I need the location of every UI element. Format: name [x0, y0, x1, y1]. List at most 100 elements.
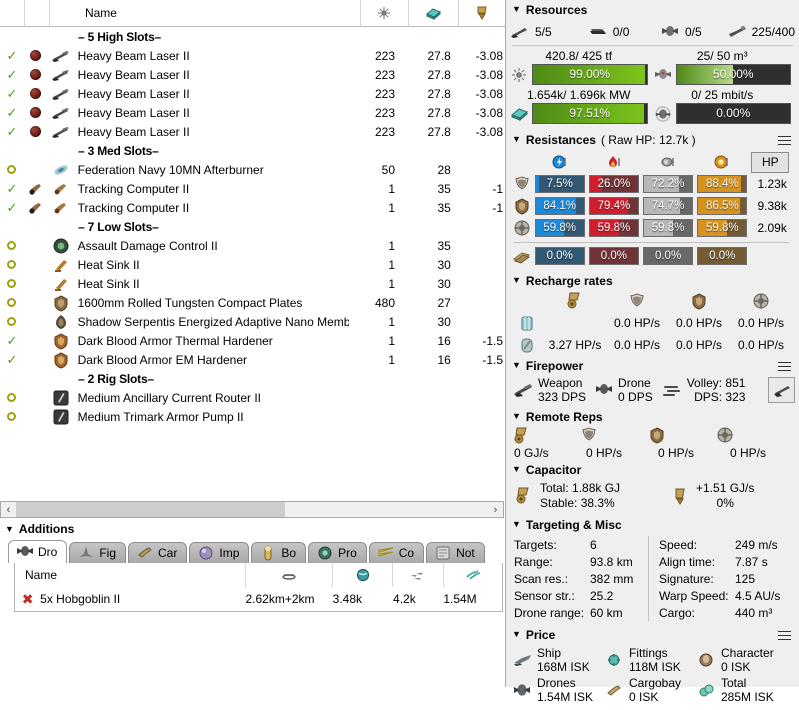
module-charge[interactable]	[24, 88, 48, 99]
collapse-triangle-icon[interactable]: ▼	[512, 276, 521, 285]
price-menu-icon[interactable]	[778, 628, 791, 643]
module-state-toggle[interactable]: ✓	[0, 86, 24, 102]
fitting-row[interactable]: ✓ Heavy Beam Laser II 223 27.8 -3.08	[0, 46, 505, 65]
module-state-toggle[interactable]	[0, 412, 24, 421]
tab-pro[interactable]: Pro	[308, 542, 367, 563]
firepower-header[interactable]: ▼ Firepower	[506, 356, 799, 375]
module-state-toggle[interactable]: ✓	[0, 352, 24, 368]
fitting-row[interactable]: ✓ Heavy Beam Laser II 223 27.8 -3.08	[0, 103, 505, 122]
fitting-row[interactable]: Federation Navy 10MN Afterburner 50 28	[0, 160, 505, 179]
collapse-triangle-icon[interactable]: ▼	[512, 5, 521, 14]
module-state-toggle[interactable]: ✓	[0, 105, 24, 121]
resource-bar-track: 97.51%	[532, 103, 648, 124]
fitting-row[interactable]: Shadow Serpentis Energized Adaptive Nano…	[0, 312, 505, 331]
column-capacitor-header[interactable]	[459, 0, 505, 26]
fitting-list[interactable]: – 5 High Slots– ✓ Heavy Beam Laser II 223 27…	[0, 27, 505, 501]
module-state-toggle[interactable]: ✓	[0, 48, 24, 64]
module-icon	[48, 123, 74, 141]
tab-fig[interactable]: Fig	[69, 542, 127, 563]
fitting-row[interactable]: ✓ Heavy Beam Laser II 223 27.8 -3.08	[0, 122, 505, 141]
module-state-toggle[interactable]: ✓	[0, 67, 24, 83]
column-state[interactable]	[0, 0, 26, 26]
scroll-track[interactable]	[16, 502, 488, 517]
remove-x-icon[interactable]: ✖	[15, 592, 40, 606]
module-state-toggle[interactable]	[0, 317, 24, 326]
column-cpu-header[interactable]	[361, 0, 409, 26]
resource-slot-value: 0/0	[612, 25, 630, 39]
fitting-row[interactable]: Medium Ancillary Current Router II	[0, 388, 505, 407]
column-name-header[interactable]: Name	[77, 0, 361, 26]
fitting-row[interactable]: ✓ Tracking Computer II 1 35 -1	[0, 179, 505, 198]
additions-col-name[interactable]: Name	[15, 563, 247, 587]
tab-imp[interactable]: Imp	[189, 542, 250, 563]
additions-col-speed-icon[interactable]	[393, 563, 444, 587]
module-state-toggle[interactable]	[0, 165, 24, 174]
hp-toggle-button[interactable]: HP	[751, 151, 790, 173]
additions-header[interactable]: ▼ Additions	[0, 518, 505, 540]
module-state-toggle[interactable]: ✓	[0, 333, 24, 349]
fitting-row[interactable]: Heat Sink II 1 30	[0, 274, 505, 293]
module-state-toggle[interactable]	[0, 260, 24, 269]
targeting-header[interactable]: ▼ Targeting & Misc	[506, 515, 799, 534]
column-powergrid-header[interactable]	[409, 0, 459, 26]
fitting-row[interactable]: ✓ Tracking Computer II 1 35 -1	[0, 198, 505, 217]
additions-col-range-icon[interactable]	[246, 563, 334, 587]
tab-bo[interactable]: Bo	[251, 542, 307, 563]
module-state-toggle[interactable]: ✓	[0, 124, 24, 140]
module-charge[interactable]	[24, 180, 48, 198]
module-charge[interactable]	[24, 69, 48, 80]
additions-col-price-icon[interactable]	[444, 563, 502, 587]
firepower-menu-icon[interactable]	[778, 359, 791, 374]
resources-header[interactable]: ▼ Resources	[506, 0, 799, 19]
collapse-triangle-icon[interactable]: ▼	[512, 412, 521, 421]
resistance-row-damage-pattern: 0.0% 0.0% 0.0% 0.0%	[510, 245, 793, 267]
module-charge[interactable]	[24, 126, 48, 137]
module-state-toggle[interactable]	[0, 241, 24, 250]
fitting-row[interactable]: Medium Trimark Armor Pump II	[0, 407, 505, 426]
module-charge[interactable]	[24, 107, 48, 118]
scroll-thumb[interactable]	[16, 502, 286, 517]
resistances-menu-icon[interactable]	[778, 133, 791, 148]
fitting-row[interactable]: ✓ Heavy Beam Laser II 223 27.8 -3.08	[0, 84, 505, 103]
additions-tabs[interactable]: Dro Fig Car Imp Bo Pro Co Not	[0, 540, 505, 563]
collapse-triangle-icon[interactable]: ▼	[512, 135, 521, 144]
module-state-toggle[interactable]: ✓	[0, 181, 24, 197]
module-name: Dark Blood Armor EM Hardener	[77, 352, 248, 367]
collapse-triangle-icon[interactable]: ▼	[512, 520, 521, 529]
module-state-toggle[interactable]	[0, 279, 24, 288]
fitting-row[interactable]: Heat Sink II 1 30	[0, 255, 505, 274]
recharge-header[interactable]: ▼ Recharge rates	[506, 271, 799, 290]
scroll-right-arrow[interactable]: ›	[488, 502, 503, 517]
table-row[interactable]: ✖ 5x Hobgoblin II 2.62km+2km 3.48k 4.2k 1.54M	[15, 587, 502, 611]
fitting-row[interactable]: ✓ Dark Blood Armor Thermal Hardener 1 16 -1.…	[0, 331, 505, 350]
module-state-toggle[interactable]	[0, 393, 24, 402]
collapse-triangle-icon[interactable]: ▼	[512, 630, 521, 639]
collapse-triangle-icon[interactable]: ▼	[512, 361, 521, 370]
scroll-left-arrow[interactable]: ‹	[1, 502, 16, 517]
module-state-toggle[interactable]: ✓	[0, 200, 24, 216]
remote-reps-header[interactable]: ▼ Remote Reps	[506, 407, 799, 426]
fitting-row[interactable]: 1600mm Rolled Tungsten Compact Plates 480…	[0, 293, 505, 312]
module-state-toggle[interactable]	[0, 298, 24, 307]
tab-dro[interactable]: Dro	[8, 540, 68, 563]
collapse-triangle-icon[interactable]: ▼	[512, 465, 521, 474]
fitting-row[interactable]: ✓ Heavy Beam Laser II 223 27.8 -3.08	[0, 65, 505, 84]
column-item-icon[interactable]	[50, 0, 77, 26]
resistances-header[interactable]: ▼ Resistances ( Raw HP: 12.7k )	[506, 130, 799, 149]
column-charge[interactable]	[25, 0, 51, 26]
tab-not[interactable]: Not	[426, 542, 485, 563]
firepower-graph-button[interactable]	[768, 377, 795, 403]
capacitor-header[interactable]: ▼ Capacitor	[506, 460, 799, 479]
fitting-horizontal-scrollbar[interactable]: ‹ ›	[0, 501, 504, 518]
price-header[interactable]: ▼ Price	[506, 625, 799, 644]
fitting-row[interactable]: ✓ Dark Blood Armor EM Hardener 1 16 -1.5	[0, 350, 505, 369]
targeting-stat: Speed: 249 m/s	[659, 536, 793, 553]
additions-table-body[interactable]: ✖ 5x Hobgoblin II 2.62km+2km 3.48k 4.2k 1.54M	[15, 587, 502, 611]
tab-car[interactable]: Car	[128, 542, 188, 563]
module-charge[interactable]	[24, 50, 48, 61]
module-charge[interactable]	[24, 199, 48, 217]
additions-col-dps-icon[interactable]	[333, 563, 394, 587]
fitting-row[interactable]: Assault Damage Control II 1 35	[0, 236, 505, 255]
collapse-triangle-icon[interactable]: ▼	[5, 524, 14, 534]
tab-co[interactable]: Co	[368, 542, 425, 563]
